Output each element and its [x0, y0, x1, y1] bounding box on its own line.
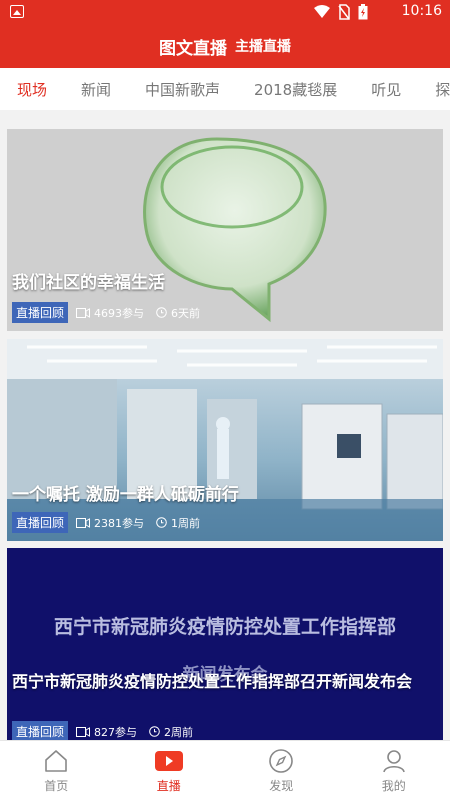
nav-live-label: 直播: [157, 777, 181, 794]
time-ago: 1周前: [171, 515, 200, 531]
replay-badge: 直播回顾: [12, 302, 68, 323]
time-ago: 2周前: [164, 724, 193, 740]
participant-count: 4693参与: [94, 305, 144, 321]
participant-count: 2381参与: [94, 515, 144, 531]
home-icon: [43, 748, 69, 774]
nav-profile-label: 我的: [382, 777, 406, 794]
replay-badge: 直播回顾: [12, 721, 68, 740]
nav-home-label: 首页: [44, 777, 68, 794]
battery-charging-icon: [358, 4, 368, 20]
nav-discover-label: 发现: [269, 777, 293, 794]
factory-photo: [7, 339, 443, 541]
header-title[interactable]: 图文直播: [159, 34, 227, 59]
tab-voice-of-china[interactable]: 中国新歌声: [128, 79, 237, 100]
participant-count: 827参与: [94, 724, 137, 740]
tab-carpet-expo[interactable]: 2018藏毯展: [237, 79, 354, 100]
live-card[interactable]: 一个嘱托 激励一群人砥砺前行 直播回顾 2381参与 1周前: [7, 339, 443, 541]
tab-xianchang[interactable]: 现场: [0, 79, 64, 100]
video-icon: [76, 308, 90, 318]
live-camera-icon: [154, 748, 184, 774]
card-meta: 直播回顾 2381参与 1周前: [12, 512, 200, 533]
header-subtitle[interactable]: 主播直播: [235, 36, 291, 56]
card-title: 我们社区的幸福生活: [12, 273, 165, 293]
clock-icon: [156, 517, 167, 528]
nav-profile[interactable]: 我的: [338, 741, 450, 801]
bottom-nav: 首页 直播 发现 我的: [0, 740, 450, 801]
chat-bubble-logo: [7, 129, 443, 331]
no-sim-icon: [338, 4, 350, 20]
clock-icon: [149, 726, 160, 737]
tab-tingjian[interactable]: 听见: [354, 79, 418, 100]
clock-icon: [156, 307, 167, 318]
nav-home[interactable]: 首页: [0, 741, 113, 801]
clock: 10:16: [402, 3, 442, 19]
card-title: 西宁市新冠肺炎疫情防控处置工作指挥部召开新闻发布会: [12, 672, 438, 692]
wifi-icon: [314, 5, 330, 19]
card-meta: 直播回顾 827参与 2周前: [12, 721, 193, 740]
gallery-notification-icon: [10, 5, 24, 18]
nav-discover[interactable]: 发现: [225, 741, 338, 801]
user-icon: [381, 748, 407, 774]
replay-badge: 直播回顾: [12, 512, 68, 533]
nav-live[interactable]: 直播: [113, 741, 226, 801]
compass-icon: [268, 748, 294, 774]
tab-news[interactable]: 新闻: [64, 79, 128, 100]
slide-heading: 西宁市新冠肺炎疫情防控处置工作指挥部: [7, 612, 443, 639]
live-card[interactable]: 西宁市新冠肺炎疫情防控处置工作指挥部 新闻发布会 西宁市新冠肺炎疫情防控处置工作…: [7, 548, 443, 740]
card-title: 一个嘱托 激励一群人砥砺前行: [12, 485, 239, 505]
live-feed: 我们社区的幸福生活 直播回顾 4693参与 6天前 一个嘱托 激: [0, 110, 450, 740]
app-header: 图文直播 主播直播: [0, 24, 450, 68]
live-card[interactable]: 我们社区的幸福生活 直播回顾 4693参与 6天前: [7, 129, 443, 331]
video-icon: [76, 727, 90, 737]
tab-tanmi[interactable]: 探秘: [418, 79, 450, 100]
video-icon: [76, 518, 90, 528]
category-tabs: 现场 新闻 中国新歌声 2018藏毯展 听见 探秘: [0, 68, 450, 111]
card-meta: 直播回顾 4693参与 6天前: [12, 302, 200, 323]
time-ago: 6天前: [171, 305, 200, 321]
status-bar: 10:16: [0, 0, 450, 24]
